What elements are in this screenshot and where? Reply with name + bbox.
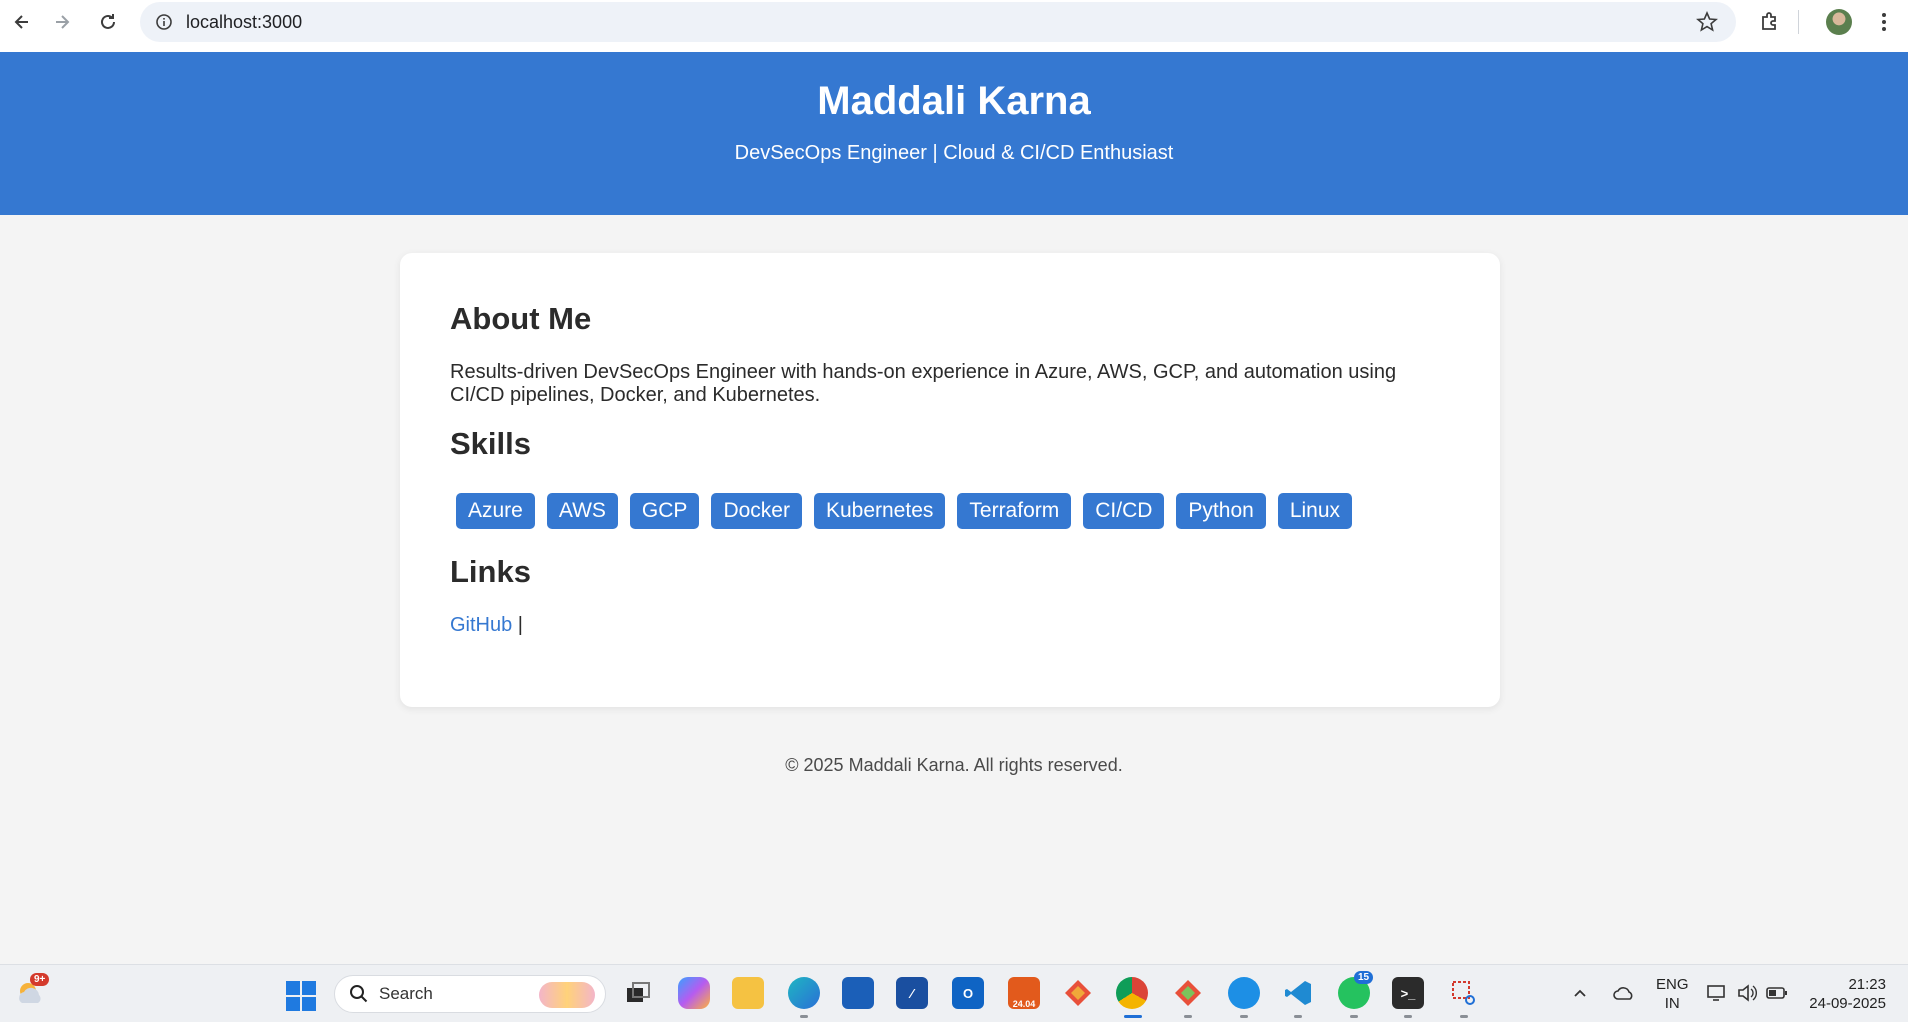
show-hidden-icons-chevron-icon[interactable] (1572, 985, 1588, 1006)
forward-button[interactable] (40, 0, 84, 44)
lang-line-2: IN (1664, 995, 1680, 1012)
content-card: About Me Results-driven DevSecOps Engine… (400, 253, 1500, 707)
about-heading: About Me (450, 301, 592, 336)
links-row: GitHub | (450, 614, 523, 637)
microsoft-store-icon[interactable] (842, 977, 874, 1009)
extensions-icon[interactable] (1758, 10, 1782, 39)
edge-icon[interactable] (788, 977, 820, 1009)
reload-button[interactable] (86, 0, 130, 44)
skill-chip: Python (1176, 493, 1266, 529)
vscode-icon[interactable] (1282, 977, 1314, 1009)
running-indicator (1294, 1015, 1302, 1018)
copilot-icon[interactable] (678, 977, 710, 1009)
running-indicator (1460, 1015, 1468, 1018)
more-menu-icon[interactable] (1874, 10, 1894, 39)
clock-date: 24-09-2025 (1809, 995, 1886, 1012)
browser-toolbar: localhost:3000 (0, 0, 1908, 52)
profile-avatar[interactable] (1826, 9, 1852, 35)
about-text: Results-driven DevSecOps Engineer with h… (450, 361, 1397, 406)
links-separator: | (512, 614, 524, 636)
ubuntu-icon[interactable]: 24.04 (1008, 977, 1040, 1009)
clock-time: 21:23 (1848, 976, 1886, 993)
skill-chip: AWS (546, 493, 618, 529)
taskbar-search[interactable]: Search (334, 975, 606, 1013)
site-title: Maddali Karna (817, 79, 1091, 123)
site-header: Maddali Karna DevSecOps Engineer | Cloud… (0, 52, 1908, 215)
site-footer: © 2025 Maddali Karna. All rights reserve… (785, 755, 1123, 775)
toolbar-divider (1798, 10, 1799, 34)
back-button[interactable] (0, 0, 44, 44)
url-text[interactable]: localhost:3000 (186, 12, 302, 33)
site-info-icon[interactable] (144, 13, 184, 31)
running-indicator (800, 1015, 808, 1018)
onedrive-cloud-icon[interactable] (1612, 984, 1636, 1007)
running-indicator (1404, 1015, 1412, 1018)
battery-icon[interactable] (1766, 985, 1788, 1006)
input-language[interactable]: ENG IN (1656, 975, 1689, 1013)
skill-chip: Linux (1277, 493, 1353, 529)
skill-chip: Azure (456, 493, 535, 529)
file-explorer-icon[interactable] (732, 977, 764, 1009)
running-indicator (1350, 1015, 1358, 1018)
bookmark-star-icon[interactable] (1696, 10, 1718, 38)
reload-icon (101, 14, 115, 29)
skill-chip: GCP (629, 493, 700, 529)
skills-heading: Skills (450, 426, 531, 461)
arrow-left-icon (14, 15, 28, 29)
running-indicator (1240, 1015, 1248, 1018)
git-bash-icon[interactable] (1172, 977, 1204, 1009)
snipping-tool-icon[interactable] (1448, 977, 1480, 1009)
search-label: Search (379, 984, 433, 1003)
search-icon (350, 985, 368, 1003)
volume-icon[interactable] (1736, 983, 1758, 1008)
skill-chip: Kubernetes (813, 493, 946, 529)
outlook-icon[interactable]: O (952, 977, 984, 1009)
site-tagline: DevSecOps Engineer | Cloud & CI/CD Enthu… (734, 142, 1174, 164)
azure-app-icon[interactable]: ⁄ (896, 977, 928, 1009)
arrow-right-icon (56, 15, 70, 29)
lang-line-1: ENG (1656, 976, 1689, 993)
github-link[interactable]: GitHub (450, 614, 512, 636)
search-highlight-image (539, 982, 595, 1008)
system-clock[interactable]: 21:23 24-09-2025 (1809, 975, 1886, 1013)
active-indicator (1124, 1015, 1142, 1018)
weather-badge: 9+ (30, 973, 50, 986)
skills-list: Azure AWS GCP Docker Kubernetes Terrafor… (456, 493, 1353, 529)
git-gui-icon[interactable] (1062, 977, 1094, 1009)
skill-chip: CI/CD (1083, 493, 1165, 529)
address-bar[interactable]: localhost:3000 (140, 2, 1736, 42)
terminal-icon[interactable]: >_ (1392, 977, 1424, 1009)
links-heading: Links (450, 554, 531, 589)
windows-start-icon[interactable] (286, 981, 316, 1011)
chrome-icon[interactable] (1116, 977, 1148, 1009)
task-view-icon[interactable] (622, 977, 654, 1009)
skill-chip: Terraform (957, 493, 1072, 529)
network-icon[interactable] (1706, 983, 1728, 1008)
whatsapp-badge: 15 (1354, 971, 1374, 984)
running-indicator (1184, 1015, 1192, 1018)
docker-icon[interactable] (1228, 977, 1260, 1009)
skill-chip: Docker (711, 493, 802, 529)
taskbar: 9+ Search ⁄ O 24.04 15 >_ ENG IN 21:23 2… (0, 964, 1908, 1022)
